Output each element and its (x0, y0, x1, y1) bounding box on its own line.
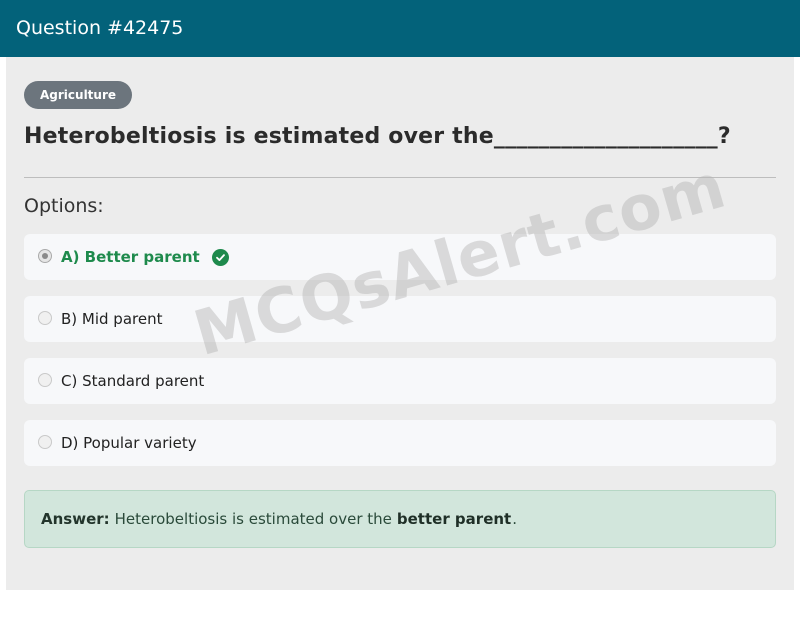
divider (24, 177, 776, 178)
category-badge[interactable]: Agriculture (24, 81, 133, 109)
check-circle-icon (211, 248, 229, 266)
question-text: Heterobeltiosis is estimated over the___… (24, 124, 731, 149)
radio-button[interactable] (38, 373, 52, 387)
radio-button-selected[interactable] (38, 249, 52, 263)
option-label: C) Standard parent (61, 372, 205, 390)
option-a[interactable]: A) Better parent (24, 234, 776, 280)
option-label: D) Popular variety (61, 434, 197, 452)
answer-highlight: better parent (396, 510, 512, 528)
option-label: B) Mid parent (61, 310, 163, 328)
page-header: Question #42475 (0, 0, 800, 57)
option-label: A) Better parent (61, 248, 200, 266)
question-card: Agriculture Heterobeltiosis is estimated… (6, 0, 794, 590)
question-number-title: Question #42475 (16, 17, 184, 39)
answer-label: Answer: (41, 510, 110, 528)
option-d[interactable]: D) Popular variety (24, 420, 776, 466)
answer-text: Heterobeltiosis is estimated over the (114, 510, 392, 528)
option-c[interactable]: C) Standard parent (24, 358, 776, 404)
answer-box: Answer: Heterobeltiosis is estimated ove… (24, 490, 776, 548)
option-b[interactable]: B) Mid parent (24, 296, 776, 342)
options-heading: Options: (24, 195, 104, 217)
page-bottom (0, 590, 800, 620)
answer-suffix: . (512, 510, 517, 528)
radio-button[interactable] (38, 435, 52, 449)
radio-button[interactable] (38, 311, 52, 325)
